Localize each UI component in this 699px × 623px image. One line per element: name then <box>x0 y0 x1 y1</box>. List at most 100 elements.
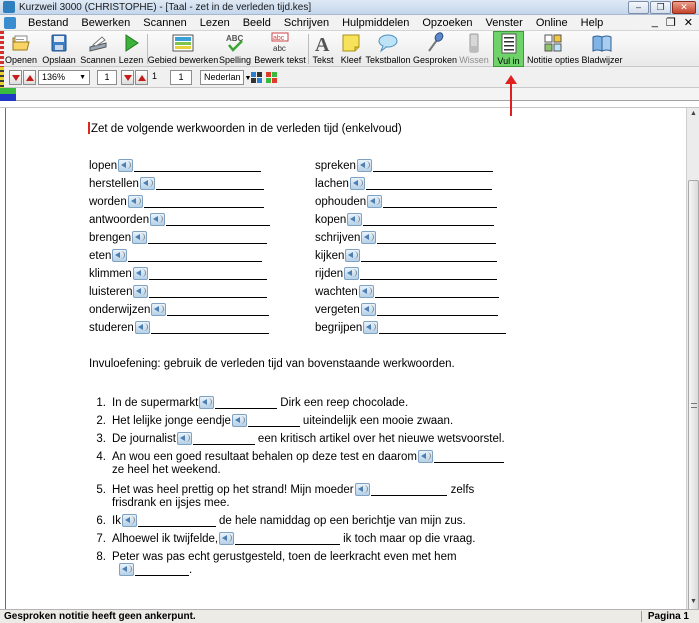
answer-blank[interactable] <box>247 416 300 427</box>
menu-opzoeken[interactable]: Opzoeken <box>416 17 479 29</box>
close-button[interactable]: ✕ <box>672 1 696 14</box>
erase-button[interactable]: Wissen <box>459 31 489 67</box>
speaker-icon[interactable] <box>199 396 215 409</box>
answer-blank[interactable] <box>166 215 271 226</box>
answer-blank[interactable] <box>383 197 498 208</box>
zoom-select[interactable]: 136% ▼ <box>38 70 90 85</box>
speaker-icon[interactable] <box>345 249 361 262</box>
menu-help[interactable]: Help <box>575 17 611 29</box>
speaker-icon[interactable] <box>139 177 155 190</box>
speaker-icon[interactable] <box>361 231 377 244</box>
answer-blank[interactable] <box>365 179 492 190</box>
menu-venster[interactable]: Venster <box>480 17 530 29</box>
text-button[interactable]: A Tekst <box>311 31 335 67</box>
speaker-icon[interactable] <box>118 159 134 172</box>
answer-blank[interactable] <box>167 305 270 316</box>
note-options-button[interactable]: Notitie opties <box>527 31 579 67</box>
speaker-icon[interactable] <box>133 285 149 298</box>
speed-up-button[interactable] <box>135 70 148 85</box>
answer-blank[interactable] <box>363 215 495 226</box>
menu-online[interactable]: Online <box>530 17 575 29</box>
speaker-icon[interactable] <box>132 267 148 280</box>
answer-blank[interactable] <box>377 233 497 244</box>
speaker-icon[interactable] <box>231 414 247 427</box>
doc-minimize-button[interactable]: _ <box>652 16 658 29</box>
zoom-out-button[interactable] <box>9 70 22 85</box>
menu-lezen[interactable]: Lezen <box>194 17 237 29</box>
scrollbar-thumb[interactable] <box>688 180 699 623</box>
language-select[interactable]: Nederlan ▼ <box>200 70 251 85</box>
answer-blank[interactable] <box>374 287 499 298</box>
answer-blank[interactable] <box>379 323 507 334</box>
edit-text-button[interactable]: abc abc Bewerk tekst <box>254 31 306 67</box>
speed-down-button[interactable] <box>121 70 134 85</box>
menu-schrijven[interactable]: Schrijven <box>278 17 336 29</box>
document-icon[interactable] <box>4 16 16 29</box>
answer-blank[interactable] <box>150 323 269 334</box>
answer-blank[interactable] <box>235 534 341 545</box>
answer-blank[interactable] <box>148 269 267 280</box>
menu-hulpmiddelen[interactable]: Hulpmiddelen <box>336 17 416 29</box>
answer-blank[interactable] <box>134 161 262 172</box>
speaker-icon[interactable] <box>417 450 433 463</box>
answer-blank[interactable] <box>148 233 268 244</box>
speaker-icon[interactable] <box>358 285 374 298</box>
edit-area-button[interactable]: Gebied bewerken <box>148 31 218 67</box>
menu-scannen[interactable]: Scannen <box>137 17 193 29</box>
answer-blank[interactable] <box>360 269 498 280</box>
speaker-icon[interactable] <box>176 432 192 445</box>
speaker-icon[interactable] <box>119 563 134 576</box>
answer-blank[interactable] <box>192 434 255 445</box>
speaker-icon[interactable] <box>347 213 363 226</box>
answer-blank[interactable] <box>149 287 268 298</box>
speaker-icon[interactable] <box>367 195 383 208</box>
answer-blank[interactable] <box>143 197 264 208</box>
answer-blank[interactable] <box>372 161 493 172</box>
bookmark-button[interactable]: Bladwijzer <box>581 31 623 67</box>
answer-blank[interactable] <box>128 251 263 262</box>
document-area[interactable]: Zet de volgende werkwoorden in de verled… <box>0 108 699 623</box>
read-button[interactable]: Lezen <box>118 31 144 67</box>
voice-field[interactable]: 1 <box>170 70 192 85</box>
speaker-icon[interactable] <box>360 303 376 316</box>
menu-bewerken[interactable]: Bewerken <box>75 17 137 29</box>
speaker-icon[interactable] <box>121 514 137 527</box>
toolbar-grip[interactable] <box>0 31 4 67</box>
answer-blank[interactable] <box>135 565 189 576</box>
zoom-in-button[interactable] <box>23 70 36 85</box>
grid-view-button[interactable] <box>250 70 262 85</box>
open-button[interactable]: Openen <box>5 31 37 67</box>
fill-in-button[interactable]: Vul in <box>493 31 524 67</box>
menu-beeld[interactable]: Beeld <box>237 17 278 29</box>
speaker-icon[interactable] <box>356 159 372 172</box>
menu-bestand[interactable]: Bestand <box>22 17 75 29</box>
speech-balloon-button[interactable]: Tekstballon <box>365 31 411 67</box>
answer-blank[interactable] <box>155 179 264 190</box>
speaker-icon[interactable] <box>151 303 167 316</box>
answer-blank[interactable] <box>137 516 216 527</box>
speaker-icon[interactable] <box>363 321 379 334</box>
scroll-down-icon[interactable]: ▼ <box>689 598 698 607</box>
page-field[interactable]: 1 <box>97 70 117 85</box>
spelling-button[interactable]: ABC Spelling <box>219 31 251 67</box>
color-grid-button[interactable] <box>265 70 277 85</box>
doc-restore-button[interactable]: ❐ <box>666 16 676 29</box>
speaker-icon[interactable] <box>349 177 365 190</box>
doc-close-button[interactable]: ✕ <box>684 16 693 29</box>
vertical-scrollbar[interactable]: ▲ ▼ <box>686 108 699 623</box>
sticky-note-button[interactable]: Kleef <box>338 31 364 67</box>
speaker-icon[interactable] <box>219 532 235 545</box>
answer-blank[interactable] <box>215 398 278 409</box>
speaker-icon[interactable] <box>134 321 150 334</box>
spoken-note-button[interactable]: Gesproken <box>413 31 457 67</box>
answer-blank[interactable] <box>370 485 447 496</box>
answer-blank[interactable] <box>361 251 498 262</box>
restore-button[interactable]: ❐ <box>650 1 671 14</box>
speaker-icon[interactable] <box>112 249 128 262</box>
answer-blank[interactable] <box>376 305 498 316</box>
scroll-up-icon[interactable]: ▲ <box>689 110 698 119</box>
speaker-icon[interactable] <box>150 213 166 226</box>
toolbar-grip[interactable] <box>0 67 4 88</box>
speaker-icon[interactable] <box>132 231 148 244</box>
save-button[interactable]: Opslaan <box>42 31 76 67</box>
